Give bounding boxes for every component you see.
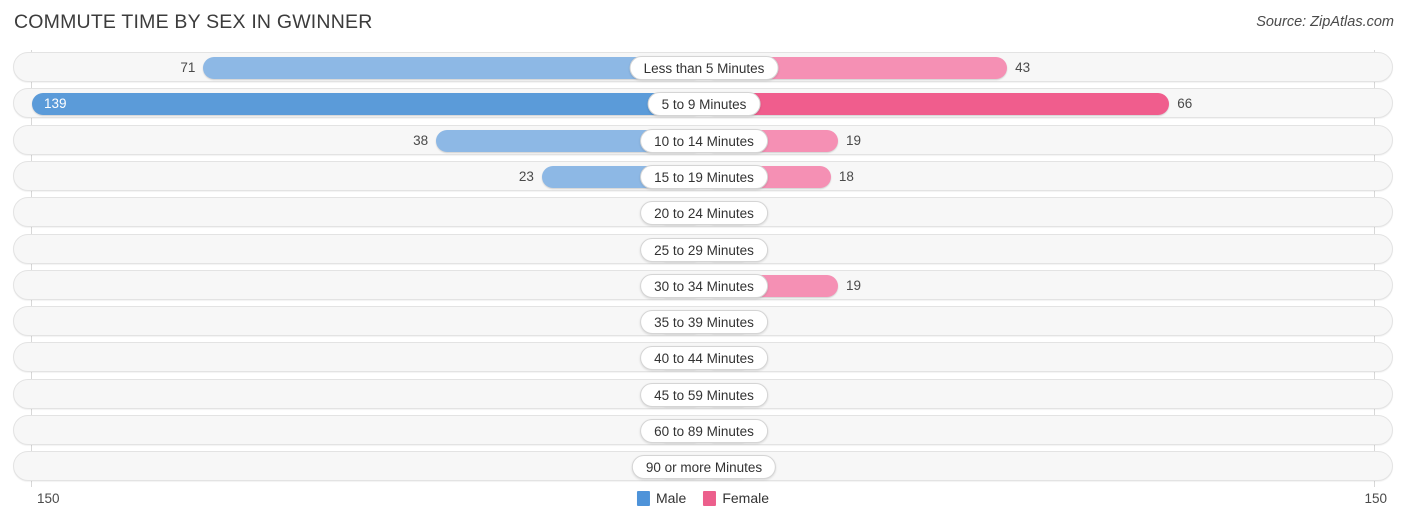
table-row[interactable]: 0040 to 44 Minutes [13,342,1393,373]
source-attribution: Source: ZipAtlas.com [1256,14,1394,30]
bar-female[interactable] [704,93,1170,116]
commute-time-chart: COMMUTE TIME BY SEX IN GWINNER Source: Z… [0,0,1406,523]
category-label[interactable]: 20 to 24 Minutes [640,201,768,226]
bar-value-male: 139 [44,96,67,112]
chart-footer: 150 Male Female 150 [0,487,1406,523]
legend-label-male: Male [655,490,687,506]
category-label[interactable]: 40 to 44 Minutes [640,346,768,371]
bar-value-female: 66 [1177,96,1193,112]
bar-value-female: 18 [838,168,854,184]
table-row[interactable]: 6060 to 89 Minutes [13,415,1393,445]
axis-tick-right: 150 [1364,491,1387,506]
legend-swatch-female-icon [703,490,717,506]
category-label[interactable]: 60 to 89 Minutes [640,419,768,443]
legend-item-female[interactable]: Female [703,490,769,506]
table-row[interactable]: 23 18 15 to 19 Minutes [13,160,1393,191]
chart-legend: Male Female [636,490,769,506]
table-row[interactable]: 139 66 5 to 9 Minutes [13,88,1393,119]
chart-header: COMMUTE TIME BY SEX IN GWINNER Source: Z… [0,0,1406,46]
category-label[interactable]: 10 to 14 Minutes [640,128,768,153]
category-label[interactable]: 90 or more Minutes [631,455,777,480]
bar-value-male: 23 [518,168,534,184]
table-row[interactable]: 61930 to 34 Minutes [13,269,1393,300]
category-label[interactable]: 15 to 19 Minutes [640,164,768,189]
bar-value-female: 43 [1015,60,1031,75]
table-row[interactable]: 0090 or more Minutes [13,451,1393,482]
bar-value-male: 38 [413,132,429,148]
legend-label-female: Female [722,490,770,506]
axis-tick-left: 150 [37,491,60,506]
table-row[interactable]: 3420 to 24 Minutes [13,197,1393,228]
table-row[interactable]: 0035 to 39 Minutes [13,306,1393,337]
category-label[interactable]: 45 to 59 Minutes [640,382,768,407]
bar-value-female: 19 [845,277,861,293]
plot-area: 71 43 Less than 5 Minutes 139 66 5 to 9 Minut… [0,50,1406,487]
bar-value-female: 19 [845,132,861,148]
table-row[interactable]: 0545 to 59 Minutes [13,378,1393,409]
table-row[interactable]: 71 43 Less than 5 Minutes [13,52,1393,82]
legend-swatch-male-icon [636,490,650,506]
page-title: COMMUTE TIME BY SEX IN GWINNER [14,11,373,33]
category-label[interactable]: 30 to 34 Minutes [640,273,768,298]
category-label[interactable]: 35 to 39 Minutes [640,310,768,335]
legend-item-male[interactable]: Male [636,490,687,506]
category-label[interactable]: 25 to 29 Minutes [640,237,768,262]
category-label[interactable]: Less than 5 Minutes [629,56,779,80]
category-label[interactable]: 5 to 9 Minutes [647,92,761,117]
table-row[interactable]: 38 19 10 to 14 Minutes [13,124,1393,155]
table-row[interactable]: 0525 to 29 Minutes [13,233,1393,264]
bar-value-male: 71 [180,60,196,75]
bar-male[interactable] [32,93,704,116]
